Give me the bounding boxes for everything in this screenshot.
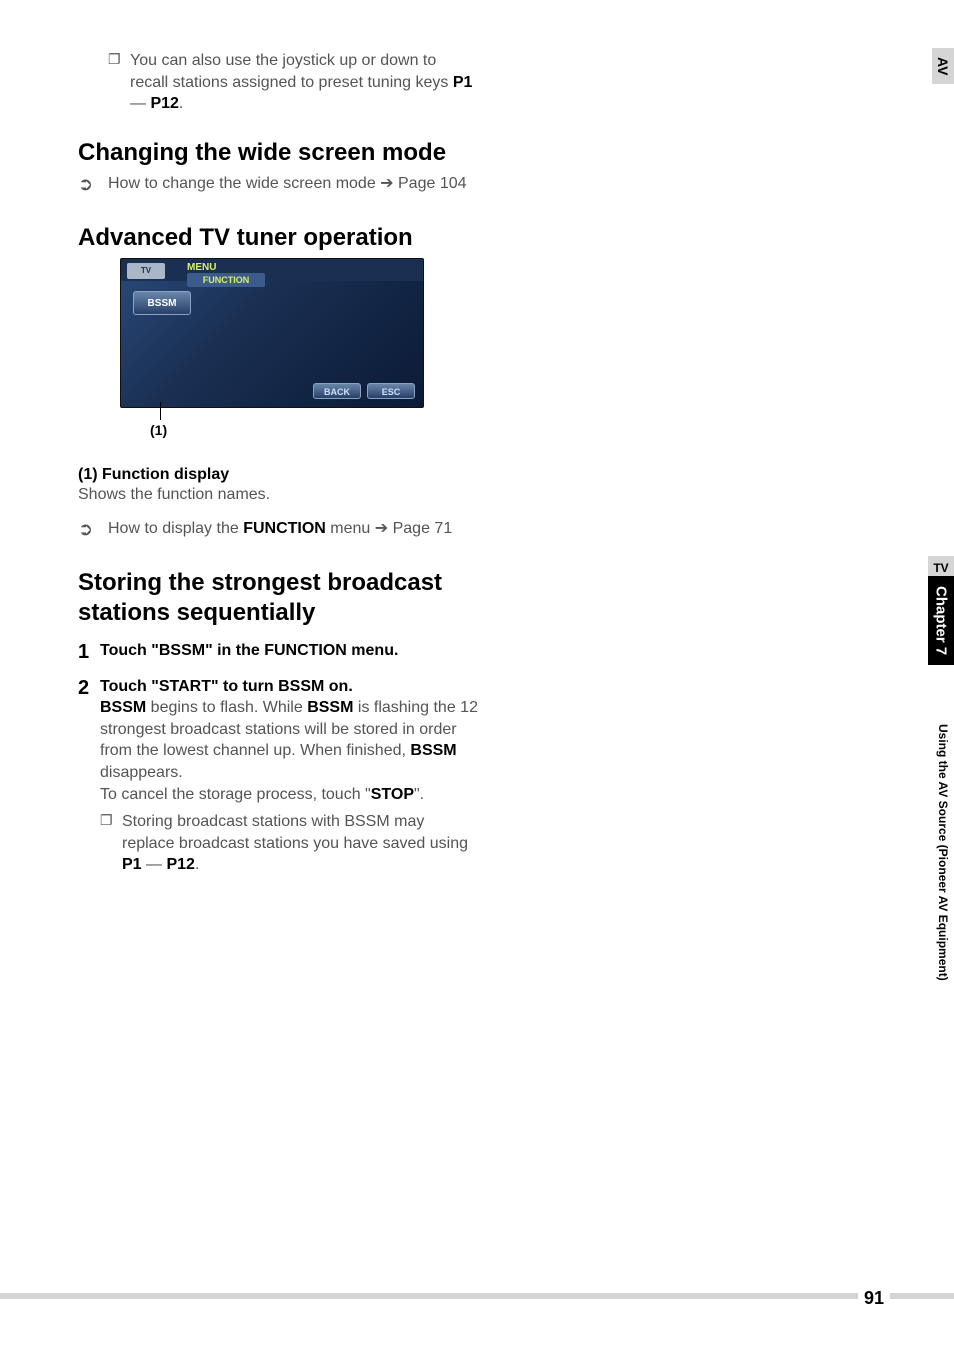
heading-storing: Storing the strongest broadcast stations… [78,568,478,628]
side-tab-detail: Using the AV Source (Pioneer AV Equipmen… [936,724,950,981]
square-bullet-icon: ❐ [108,50,130,115]
lead-pre: Touch "BSSM" in the [100,642,264,659]
ref-text: How to display the FUNCTION menu ➔ Page … [108,518,478,541]
sn-sep: — [142,856,167,873]
sn-pre: Storing broadcast stations with BSSM may… [122,813,468,852]
callout-label: (1) [150,422,167,438]
step-para-2: To cancel the storage process, touch "ST… [100,784,478,806]
note-text: You can also use the joystick up or down… [130,50,478,115]
bssm-2: BSSM [307,699,353,716]
t2a: To cancel the storage process, touch " [100,786,371,803]
tv-source-icon: TV [127,263,165,279]
t2c: ". [414,786,424,803]
function-menu-screenshot: TV MENU FUNCTION BSSM BACK ESC [120,258,424,408]
document-page: ❐ You can also use the joystick up or do… [0,0,954,1355]
note-end: . [179,95,183,112]
function-tab: FUNCTION [187,273,265,287]
preset-p12: P12 [150,95,178,112]
joystick-note: ❐ You can also use the joystick up or do… [108,50,478,115]
preset-sep: — [130,95,150,112]
callout: (1) [120,408,478,436]
ref-pre: How to display the [108,520,243,537]
step-1: 1 Touch "BSSM" in the FUNCTION menu. [78,640,478,664]
back-button: BACK [313,383,361,399]
stop-bold: STOP [371,786,414,803]
screenshot-menubar [121,259,423,281]
ref-bold: FUNCTION [243,520,326,537]
sn-p1: P1 [122,856,142,873]
heading-advanced-tv: Advanced TV tuner operation [78,224,478,252]
sn-p12: P12 [166,856,194,873]
t1f: disappears. [100,764,183,781]
step-subnote: ❐ Storing broadcast stations with BSSM m… [100,811,478,876]
ref-icon: ➲ [78,518,108,541]
lead-bold: FUNCTION [264,642,347,659]
preset-p1: P1 [453,74,473,91]
step-body: Touch "BSSM" in the FUNCTION menu. [100,640,478,664]
sn-end: . [195,856,199,873]
heading-wide-screen: Changing the wide screen mode [78,139,478,167]
step-lead: Touch "BSSM" in the FUNCTION menu. [100,642,398,659]
main-column: ❐ You can also use the joystick up or do… [78,50,478,888]
lead-post: menu. [347,642,399,659]
wide-screen-ref: ➲ How to change the wide screen mode ➔ P… [78,173,478,196]
note-text-pre: You can also use the joystick up or down… [130,52,453,91]
step-2: 2 Touch "START" to turn BSSM on. BSSM be… [78,676,478,876]
callout-tick [160,402,161,420]
step-body: Touch "START" to turn BSSM on. BSSM begi… [100,676,478,876]
footer-stripe [0,1293,954,1299]
step-number: 1 [78,640,100,664]
t1b: begins to flash. While [146,699,307,716]
side-tab-chapter: Chapter 7 [928,576,954,665]
square-bullet-icon: ❐ [100,811,122,876]
subnote-text: Storing broadcast stations with BSSM may… [122,811,478,876]
ref-text: How to change the wide screen mode ➔ Pag… [108,173,478,196]
function-menu-ref: ➲ How to display the FUNCTION menu ➔ Pag… [78,518,478,541]
step-para-1: BSSM begins to flash. While BSSM is flas… [100,697,478,783]
steps-list: 1 Touch "BSSM" in the FUNCTION menu. 2 T… [78,640,478,876]
step-lead: Touch "START" to turn BSSM on. [100,676,478,698]
bssm-button: BSSM [133,291,191,315]
esc-button: ESC [367,383,415,399]
side-tab-av: AV [932,48,954,84]
bssm-1: BSSM [100,699,146,716]
step-number: 2 [78,676,100,876]
ref-icon: ➲ [78,173,108,196]
bssm-3: BSSM [410,742,456,759]
function-display-body: Shows the function names. [78,486,478,504]
function-display-head: (1) Function display [78,466,478,484]
page-number: 91 [858,1288,890,1309]
menu-label: MENU [187,262,216,273]
ref-post: menu ➔ Page 71 [326,520,452,537]
